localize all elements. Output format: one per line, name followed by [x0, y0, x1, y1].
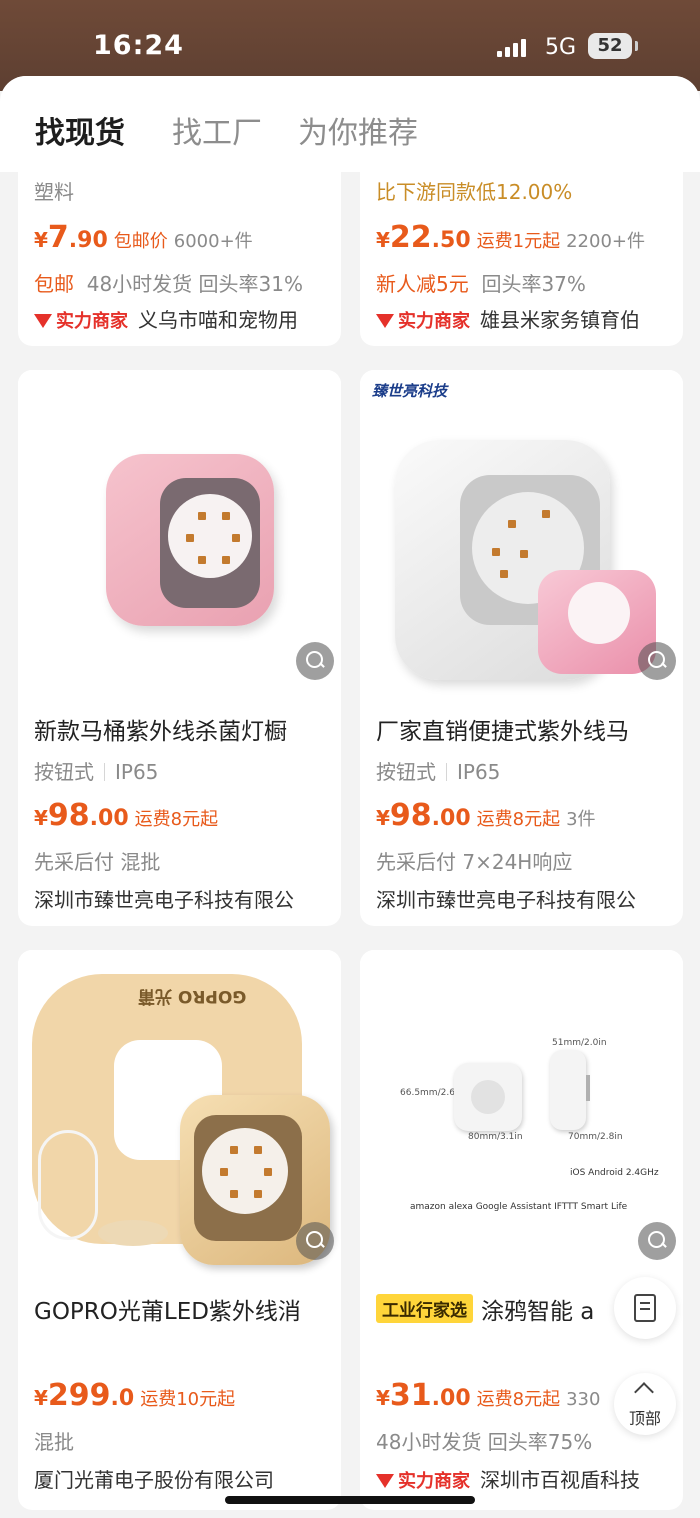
back-to-top-icon	[634, 1382, 654, 1402]
price-integer: 7	[47, 220, 69, 255]
usb-cable	[38, 1130, 98, 1240]
price-decimal: .0	[110, 1386, 135, 1411]
tag-line: 混批	[34, 1430, 74, 1454]
results-sheet: 找现货 找工厂 为你推荐 塑料 ¥7.90 包邮价 6000+件 包邮 48小时发货…	[0, 76, 700, 1518]
image-search-icon[interactable]	[296, 1222, 334, 1260]
tab-in-stock[interactable]: 找现货	[35, 108, 125, 152]
tab-recommended[interactable]: 为你推荐	[298, 108, 418, 152]
sold-count: 330	[566, 1389, 601, 1410]
product-attributes: 按钮式 IP65	[34, 760, 159, 784]
dimension-label: 80mm/3.1in	[468, 1132, 523, 1142]
tag-line: 48小时发货 回头率75%	[376, 1430, 593, 1454]
shop-name[interactable]: 厦门光莆电子股份有限公司	[34, 1464, 334, 1493]
product-card[interactable]: 臻世亮科技 厂家直销便捷式紫外线马 按钮式 IP65 ¥98.00 运费8元起 3件 …	[360, 370, 683, 926]
assistant-compat-row: amazon alexa Google Assistant IFTTT Smar…	[410, 1202, 628, 1212]
shipping-label: 运费8元起	[476, 809, 561, 830]
merchant-badge-icon	[376, 314, 394, 328]
price-compare-note: 比下游同款低12.00%	[376, 180, 573, 204]
smart-plug-side	[550, 1050, 586, 1130]
price-integer: 98	[47, 798, 90, 833]
tag-line: 包邮 48小时发货 回头率31%	[34, 272, 303, 296]
merchant-badge-icon	[34, 314, 52, 328]
price-integer: 22	[389, 220, 432, 255]
back-to-top-button[interactable]: 顶部	[614, 1373, 676, 1435]
price-line: ¥98.00 运费8元起 3件	[376, 798, 596, 833]
smart-plug-front	[454, 1063, 522, 1131]
price-line: ¥31.00 运费8元起 330	[376, 1378, 601, 1413]
document-icon	[634, 1294, 656, 1322]
os-compat-row: iOS Android 2.4GHz	[570, 1168, 659, 1178]
merchant-badge-icon	[376, 1474, 394, 1488]
product-image[interactable]: 臻世亮科技	[360, 370, 683, 700]
price-decimal: .00	[89, 806, 129, 831]
status-time: 16:24	[93, 30, 184, 61]
price-line: ¥22.50 运费1元起 2200+件	[376, 220, 645, 255]
product-subtitle: 塑料	[34, 180, 74, 204]
sold-count: 3件	[566, 809, 596, 830]
product-card[interactable]: 新款马桶紫外线杀菌灯橱 按钮式 IP65 ¥98.00 运费8元起 先采后付 混批 …	[18, 370, 341, 926]
document-button[interactable]	[614, 1277, 676, 1339]
shop-name[interactable]: 实力商家 雄县米家务镇育伯	[376, 304, 640, 333]
suction-cup	[98, 1220, 168, 1246]
industry-pick-tag: 工业行家选	[376, 1294, 473, 1323]
price-decimal: .50	[431, 228, 471, 253]
shop-name[interactable]: 深圳市臻世亮电子科技有限公	[376, 884, 676, 913]
price-line: ¥299.0 运费10元起	[34, 1378, 236, 1413]
product-image[interactable]: GOPRO 光莆	[18, 950, 341, 1280]
price-integer: 299	[47, 1378, 111, 1413]
shop-name[interactable]: 实力商家 深圳市百视盾科技	[376, 1464, 676, 1493]
battery-icon: 52	[588, 33, 638, 59]
tag-line: 新人减5元 回头率37%	[376, 272, 586, 296]
dimension-label: 51mm/2.0in	[552, 1038, 607, 1048]
product-title: 新款马桶紫外线杀菌灯橱	[34, 719, 287, 745]
product-card[interactable]: 塑料 ¥7.90 包邮价 6000+件 包邮 48小时发货 回头率31% 实力商家义…	[18, 156, 341, 346]
signal-icon	[497, 39, 533, 57]
price-decimal: .90	[68, 228, 108, 253]
price-decimal: .00	[431, 1386, 471, 1411]
tab-factory[interactable]: 找工厂	[172, 108, 262, 152]
shipping-label: 运费1元起	[476, 231, 561, 252]
shipping-label: 运费8元起	[134, 809, 219, 830]
back-to-top-label: 顶部	[628, 1409, 661, 1428]
tag-line: 先采后付 7×24H响应	[376, 850, 573, 874]
price-integer: 31	[389, 1378, 432, 1413]
brand-logo: 臻世亮科技	[372, 382, 448, 400]
sold-count: 2200+件	[566, 231, 645, 252]
product-card[interactable]: GOPRO 光莆 GOPRO光莆LED紫外线消 ¥299.0 运费10元起 混批 …	[18, 950, 341, 1510]
price-integer: 98	[389, 798, 432, 833]
shop-name[interactable]: 深圳市臻世亮电子科技有限公	[34, 884, 334, 913]
product-image[interactable]: 66.5mm/2.6in 80mm/3.1in 51mm/2.0in 70mm/…	[360, 950, 683, 1280]
price-line: ¥7.90 包邮价 6000+件	[34, 220, 253, 255]
image-search-icon[interactable]	[296, 642, 334, 680]
product-attributes: 按钮式 IP65	[376, 760, 501, 784]
merchant-badge: 实力商家	[376, 307, 470, 333]
product-image[interactable]	[18, 370, 341, 700]
home-indicator[interactable]	[225, 1496, 475, 1504]
product-card[interactable]: 比下游同款低12.00% ¥22.50 运费1元起 2200+件 新人减5元 回头率…	[360, 156, 683, 346]
status-bar: 16:24 5G 52	[0, 0, 700, 80]
shipping-label: 运费10元起	[140, 1389, 236, 1410]
image-search-icon[interactable]	[638, 1222, 676, 1260]
price-line: ¥98.00 运费8元起	[34, 798, 219, 833]
merchant-badge: 实力商家	[34, 307, 128, 333]
shipping-label: 包邮价	[113, 231, 168, 252]
dimension-label: 70mm/2.8in	[568, 1132, 623, 1142]
tag-line: 先采后付 混批	[34, 850, 161, 874]
shipping-label: 运费8元起	[476, 1389, 561, 1410]
ring-brand-text: GOPRO 光莆	[138, 986, 247, 1006]
shop-name[interactable]: 实力商家 义乌市喵和宠物用	[34, 304, 298, 333]
price-decimal: .00	[431, 806, 471, 831]
product-title: GOPRO光莆LED紫外线消	[34, 1299, 301, 1325]
network-type: 5G	[545, 35, 577, 60]
product-title: 厂家直销便捷式紫外线马	[376, 719, 629, 745]
image-search-icon[interactable]	[638, 642, 676, 680]
sold-count: 6000+件	[173, 231, 253, 252]
merchant-badge: 实力商家	[376, 1467, 470, 1493]
